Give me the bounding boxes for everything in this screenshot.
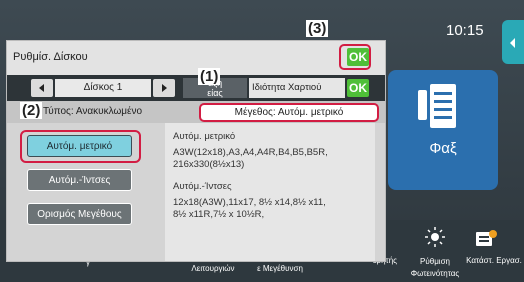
bottom-item-job-status[interactable]: Κατάστ. Εργασ.	[466, 256, 522, 265]
clock: 10:15	[446, 22, 484, 39]
option-custom-size[interactable]: Ορισμός Μεγέθους	[27, 203, 132, 225]
dialog-title: Ρυθμίσ. Δίσκου	[13, 51, 88, 63]
size-description-panel: Αυτόμ. μετρικό A3W(12x18),A3,A4,A4R,B4,B…	[165, 123, 375, 261]
inch-title: Αυτόμ.-Ίντσες	[173, 181, 232, 192]
brightness-icon	[425, 227, 445, 247]
metric-title: Αυτόμ. μετρικό	[173, 131, 236, 142]
paper-size-field[interactable]: Μέγεθος: Αυτόμ. μετρικό	[199, 103, 379, 122]
tray-settings-dialog: Ρυθμίσ. Δίσκου OK Δίσκος 1 αξη είας Ιδιό…	[6, 40, 386, 262]
callout-3: (3)	[306, 20, 329, 37]
metric-sizes-line2: 216x330(8½x13)	[173, 159, 245, 170]
fax-tile[interactable]: Φαξ	[388, 70, 498, 190]
ok-button-highlight	[339, 44, 371, 70]
paper-type-text: Τύπος: Ανακυκλωμένο	[43, 106, 143, 117]
tab-paper-property[interactable]: Ιδιότητα Χαρτιού	[249, 78, 345, 98]
callout-2: (2)	[20, 102, 43, 119]
tray-prev-button[interactable]	[31, 79, 53, 97]
touch-panel-screen: 10:15 Φαξ γ Λειτουργιών ε Μεγέθυνση ερητ…	[0, 0, 524, 282]
option-auto-inch[interactable]: Αυτόμ.-Ίντσες	[27, 169, 132, 191]
tray-tab-row: Δίσκος 1 αξη είας Ιδιότητα Χαρτιού OK	[7, 75, 385, 101]
tray-next-button[interactable]	[153, 79, 175, 97]
fax-label: Φαξ	[429, 140, 457, 157]
callout-1: (1)	[198, 68, 221, 85]
metric-sizes-line1: A3W(12x18),A3,A4,A4R,B4,B5,B5R,	[173, 147, 328, 158]
fax-icon	[418, 84, 456, 128]
chevron-left-icon	[39, 84, 44, 92]
tab-ok-button[interactable]: OK	[347, 79, 369, 97]
bottom-item-enlarge[interactable]: ε Μεγέθυνση	[246, 264, 314, 273]
tray-info-row: Τύπος: Ανακυκλωμένο Μέγεθος: Αυτόμ. μετρ…	[7, 101, 385, 123]
size-options-panel: Αυτόμ. μετρικό Αυτόμ.-Ίντσες Ορισμός Μεγ…	[7, 123, 165, 261]
inch-sizes-line1: 12x18(A3W),11x17, 8½ x14,8½ x11,	[173, 197, 326, 208]
option-auto-metric[interactable]: Αυτόμ. μετρικό	[27, 135, 132, 157]
job-status-icon	[476, 230, 497, 246]
tray-name: Δίσκος 1	[55, 79, 151, 97]
inch-sizes-line2: 8½ x11R,7½ x 10½R,	[173, 209, 265, 220]
dialog-header: Ρυθμίσ. Δίσκου OK	[7, 41, 385, 75]
home-menu-toggle-button[interactable]	[502, 20, 524, 64]
bottom-item-functions[interactable]: Λειτουργιών	[188, 264, 238, 273]
bottom-item-brightness[interactable]: Ρύθμιση Φωτεινότητας	[410, 256, 460, 280]
chevron-right-icon	[162, 84, 167, 92]
